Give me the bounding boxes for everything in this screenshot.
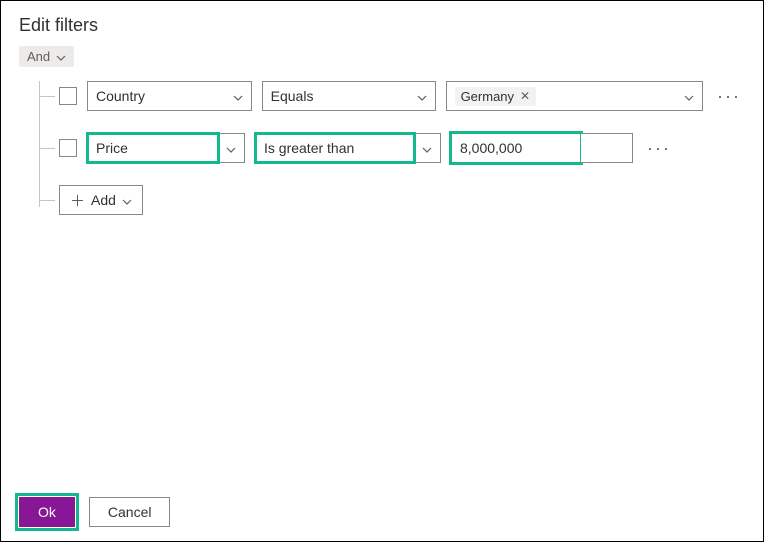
chevron-down-icon — [417, 88, 427, 104]
plus-icon: ＋ — [70, 190, 85, 211]
chevron-down-icon — [684, 88, 694, 104]
add-label: Add — [91, 192, 116, 208]
add-row: ＋ Add — [25, 185, 745, 215]
filter-tree: Country Equals Germany ✕ — [25, 81, 745, 215]
field-label: Country — [96, 88, 145, 104]
edit-filters-dialog: Edit filters And Country Equals — [0, 0, 764, 542]
operator-dropdown[interactable]: Equals — [262, 81, 436, 111]
row-checkbox[interactable] — [59, 87, 77, 105]
row-more-icon[interactable]: ··· — [643, 138, 675, 159]
field-label: Price — [96, 140, 128, 156]
remove-chip-icon[interactable]: ✕ — [520, 89, 530, 103]
chevron-down-icon — [414, 140, 440, 156]
chevron-down-icon — [56, 49, 66, 64]
value-text: 8,000,000 — [460, 140, 522, 156]
filter-row: Country Equals Germany ✕ — [25, 81, 745, 111]
field-dropdown[interactable]: Country — [87, 81, 252, 111]
dialog-title: Edit filters — [19, 15, 745, 36]
operator-dropdown[interactable]: Is greater than — [255, 133, 441, 163]
chevron-down-icon — [233, 88, 243, 104]
operator-label: Equals — [271, 88, 314, 104]
add-filter-button[interactable]: ＋ Add — [59, 185, 143, 215]
chevron-down-icon — [122, 192, 132, 208]
value-input[interactable]: 8,000,000 — [451, 133, 581, 163]
field-dropdown[interactable]: Price — [87, 133, 245, 163]
value-dropdown[interactable]: Germany ✕ — [446, 81, 703, 111]
value-chip-label: Germany — [461, 89, 514, 104]
operator-label: Is greater than — [264, 140, 354, 156]
value-input-extra[interactable] — [581, 133, 633, 163]
filter-row: Price Is greater than 8,000,000 — [25, 133, 745, 163]
chevron-down-icon — [218, 140, 244, 156]
row-more-icon[interactable]: ··· — [713, 86, 745, 107]
group-operator-dropdown[interactable]: And — [19, 46, 74, 67]
value-chip: Germany ✕ — [455, 87, 537, 106]
group-operator-label: And — [27, 49, 50, 64]
row-checkbox[interactable] — [59, 139, 77, 157]
ok-button[interactable]: Ok — [19, 497, 75, 527]
dialog-footer: Ok Cancel — [19, 497, 170, 527]
cancel-button[interactable]: Cancel — [89, 497, 171, 527]
